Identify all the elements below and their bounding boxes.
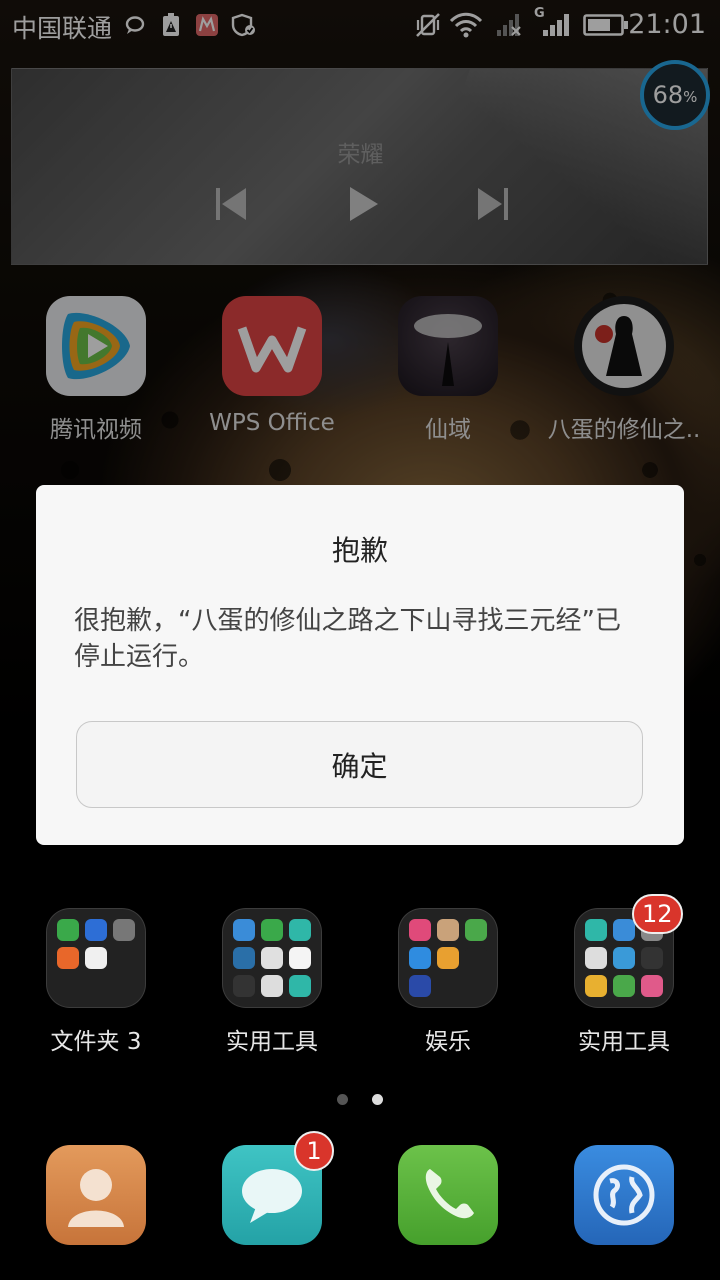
folder-icon — [398, 908, 498, 1008]
folder-entertainment[interactable]: 娱乐 — [368, 908, 528, 1056]
dock-phone[interactable] — [368, 1145, 528, 1245]
notification-badge: 1 — [294, 1131, 334, 1171]
folder-utilities[interactable]: 实用工具 — [192, 908, 352, 1056]
dock-browser[interactable] — [544, 1145, 704, 1245]
dialog-title: 抱歉 — [331, 534, 388, 567]
dock-contacts[interactable] — [16, 1145, 176, 1245]
dock-messages[interactable]: 1 — [192, 1131, 352, 1245]
folder-label: 娱乐 — [425, 1029, 471, 1055]
page-dot-active — [372, 1094, 383, 1105]
notification-badge: 12 — [632, 894, 683, 934]
page-dot — [337, 1094, 348, 1105]
dialog-message: 很抱歉，“八蛋的修仙之路之下山寻找三元经”已停止运行。 — [74, 606, 621, 672]
folder-utilities-2[interactable]: 实用工具 12 — [544, 894, 704, 1056]
contacts-icon — [46, 1145, 146, 1245]
ok-button[interactable]: 确定 — [76, 721, 643, 808]
folder-icon — [222, 908, 322, 1008]
phone-icon — [398, 1145, 498, 1245]
folder-label: 实用工具 — [578, 1029, 670, 1055]
folder-files-3[interactable]: 文件夹 3 — [16, 908, 176, 1056]
browser-icon — [574, 1145, 674, 1245]
folder-label: 文件夹 3 — [50, 1029, 142, 1055]
folder-label: 实用工具 — [226, 1029, 318, 1055]
page-indicator — [0, 1094, 720, 1105]
error-dialog: 抱歉 很抱歉，“八蛋的修仙之路之下山寻找三元经”已停止运行。 确定 — [36, 485, 684, 845]
folder-icon — [46, 908, 146, 1008]
